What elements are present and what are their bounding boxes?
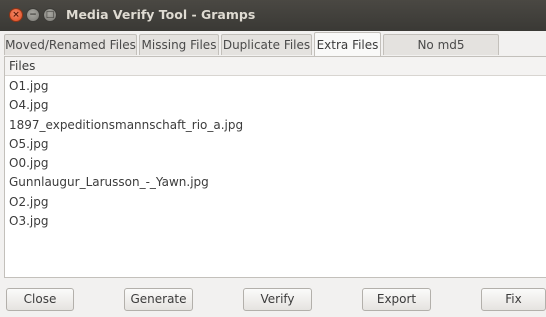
list-item[interactable]: O2.jpg	[5, 193, 546, 212]
tab-extra-files[interactable]: Extra Files	[314, 32, 381, 56]
tab-bar: Moved/Renamed Files Missing Files Duplic…	[4, 32, 544, 73]
minimize-icon: −	[29, 10, 37, 20]
list-item[interactable]: O4.jpg	[5, 96, 546, 115]
export-button[interactable]: Export	[362, 288, 431, 311]
extra-files-list[interactable]: Files O1.jpg O4.jpg 1897_expeditionsmann…	[4, 56, 546, 278]
close-button[interactable]: Close	[6, 288, 74, 311]
list-item[interactable]: O0.jpg	[5, 154, 546, 173]
column-header-files[interactable]: Files	[5, 57, 546, 76]
maximize-icon: □	[45, 10, 55, 20]
list-item[interactable]: O1.jpg	[5, 77, 546, 96]
tab-moved-renamed-files[interactable]: Moved/Renamed Files	[4, 34, 137, 55]
list-item[interactable]: O5.jpg	[5, 135, 546, 154]
title-bar: × − □ Media Verify Tool - Gramps	[0, 0, 546, 31]
verify-button[interactable]: Verify	[243, 288, 312, 311]
fix-button[interactable]: Fix	[481, 288, 546, 311]
tab-missing-files[interactable]: Missing Files	[139, 34, 219, 55]
list-item[interactable]: 1897_expeditionsmannschaft_rio_a.jpg	[5, 116, 546, 135]
generate-button[interactable]: Generate	[124, 288, 193, 311]
list-item[interactable]: Gunnlaugur_Larusson_-_Yawn.jpg	[5, 173, 546, 192]
tab-no-md5-generated[interactable]: No md5 Generated	[383, 34, 499, 73]
window-close-button[interactable]: ×	[9, 8, 23, 22]
tab-duplicate-files[interactable]: Duplicate Files	[221, 34, 312, 55]
close-icon: ×	[12, 10, 20, 20]
window-maximize-button[interactable]: □	[43, 8, 57, 22]
window-minimize-button[interactable]: −	[26, 8, 40, 22]
list-item[interactable]: O3.jpg	[5, 212, 546, 231]
window-title: Media Verify Tool - Gramps	[66, 7, 256, 22]
